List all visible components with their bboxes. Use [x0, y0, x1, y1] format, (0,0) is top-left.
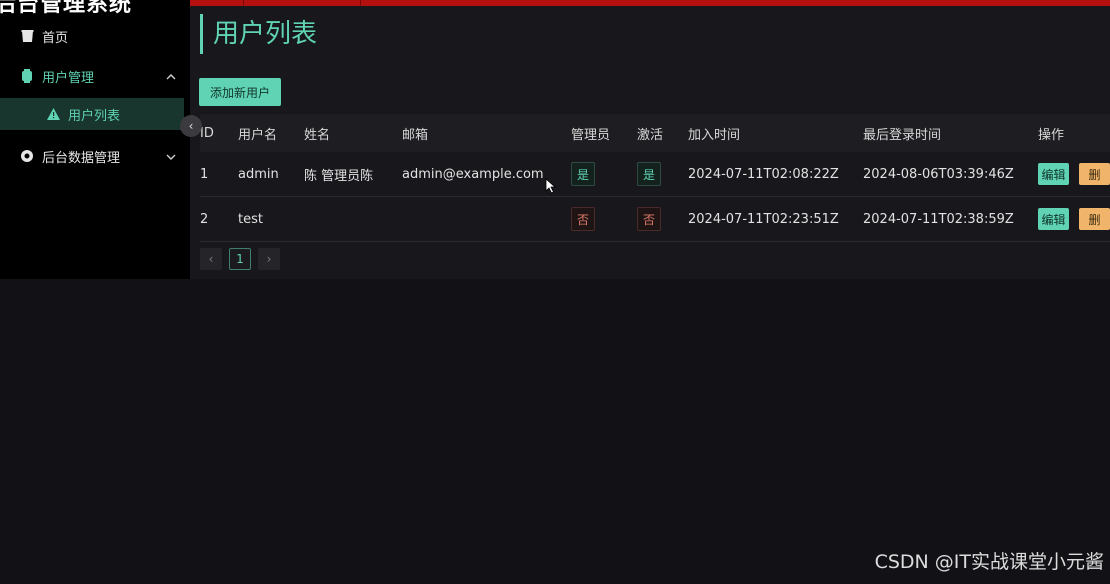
- cell-username: test: [238, 211, 263, 227]
- cell-ops: 编辑 删: [1038, 197, 1110, 241]
- active-badge: 是: [637, 162, 661, 186]
- active-badge: 否: [637, 207, 661, 231]
- user-table: ID 用户名 姓名 邮箱 管理员 激活 加入时间 最后登录时间 操作 1 adm…: [200, 114, 1110, 242]
- column-header-active: 激活: [637, 127, 664, 143]
- collapse-sidebar-button[interactable]: ‹: [180, 115, 202, 137]
- chevron-up-icon: [166, 70, 176, 83]
- column-header-joined: 加入时间: [688, 127, 741, 143]
- cell-last-login: 2024-08-06T03:39:46Z: [863, 166, 1014, 182]
- chevron-down-icon: [166, 150, 176, 163]
- page-number-button[interactable]: 1: [229, 248, 251, 270]
- sidebar-item-home[interactable]: 首页: [0, 16, 190, 56]
- mouse-cursor-icon: [545, 178, 557, 194]
- cell-last-login: 2024-07-11T02:38:59Z: [863, 211, 1014, 227]
- sidebar-item-backend-data[interactable]: 后台数据管理: [0, 136, 190, 176]
- column-header-ops: 操作: [1038, 127, 1065, 143]
- sidebar-item-label: 首页: [42, 30, 69, 46]
- column-header-id: ID: [200, 125, 214, 141]
- column-header-admin: 管理员: [571, 127, 611, 143]
- sidebar-item-label: 用户管理: [42, 70, 95, 86]
- edit-button[interactable]: 编辑: [1038, 208, 1069, 230]
- cell-email: admin@example.com: [402, 166, 544, 182]
- table-row: 1 admin 陈 管理员陈 admin@example.com 是 是 202…: [200, 152, 1110, 197]
- edit-button[interactable]: 编辑: [1038, 163, 1069, 185]
- admin-badge: 否: [571, 207, 595, 231]
- cell-id: 2: [200, 211, 209, 227]
- cell-username: admin: [238, 166, 279, 182]
- column-header-name: 姓名: [304, 127, 331, 143]
- delete-button[interactable]: 删: [1079, 163, 1110, 185]
- cell-active: 否: [637, 197, 661, 241]
- cell-admin: 否: [571, 197, 595, 241]
- cell-admin: 是: [571, 152, 595, 196]
- user-icon: [20, 69, 34, 83]
- add-user-button[interactable]: 添加新用户: [199, 78, 281, 106]
- cell-id: 1: [200, 166, 209, 182]
- cell-name: 陈 管理员陈: [304, 168, 374, 184]
- main-content: 用户列表 添加新用户 ID 用户名 姓名 邮箱 管理员 激活 加入时间 最后登录…: [190, 6, 1110, 279]
- table-header: ID 用户名 姓名 邮箱 管理员 激活 加入时间 最后登录时间 操作: [200, 114, 1110, 152]
- prev-page-button[interactable]: ‹: [200, 248, 222, 270]
- next-page-button[interactable]: ›: [258, 248, 280, 270]
- table-row: 2 test 否 否 2024-07-11T02:23:51Z 2024-07-…: [200, 197, 1110, 242]
- page-title: 用户列表: [200, 14, 317, 54]
- sidebar-item-user-list[interactable]: 用户列表: [0, 98, 184, 130]
- sidebar: 后台管理系统 首页 用户管理 用户列表 后台数据管理: [0, 0, 190, 279]
- column-header-username: 用户名: [238, 127, 278, 143]
- delete-button[interactable]: 删: [1079, 208, 1110, 230]
- column-header-email: 邮箱: [402, 127, 429, 143]
- cell-joined: 2024-07-11T02:08:22Z: [688, 166, 839, 182]
- sidebar-item-user-management[interactable]: 用户管理: [0, 56, 190, 96]
- watermark: CSDN @IT实战课堂小元酱: [874, 551, 1104, 573]
- cell-active: 是: [637, 152, 661, 196]
- pagination: ‹ 1 ›: [200, 248, 280, 270]
- admin-badge: 是: [571, 162, 595, 186]
- sidebar-item-label: 用户列表: [68, 108, 121, 124]
- data-icon: [20, 149, 34, 163]
- home-icon: [20, 29, 34, 43]
- cell-ops: 编辑 删: [1038, 152, 1110, 196]
- column-header-last-login: 最后登录时间: [863, 127, 942, 143]
- cell-joined: 2024-07-11T02:23:51Z: [688, 211, 839, 227]
- sidebar-item-label: 后台数据管理: [42, 150, 121, 166]
- warning-icon: [46, 107, 60, 121]
